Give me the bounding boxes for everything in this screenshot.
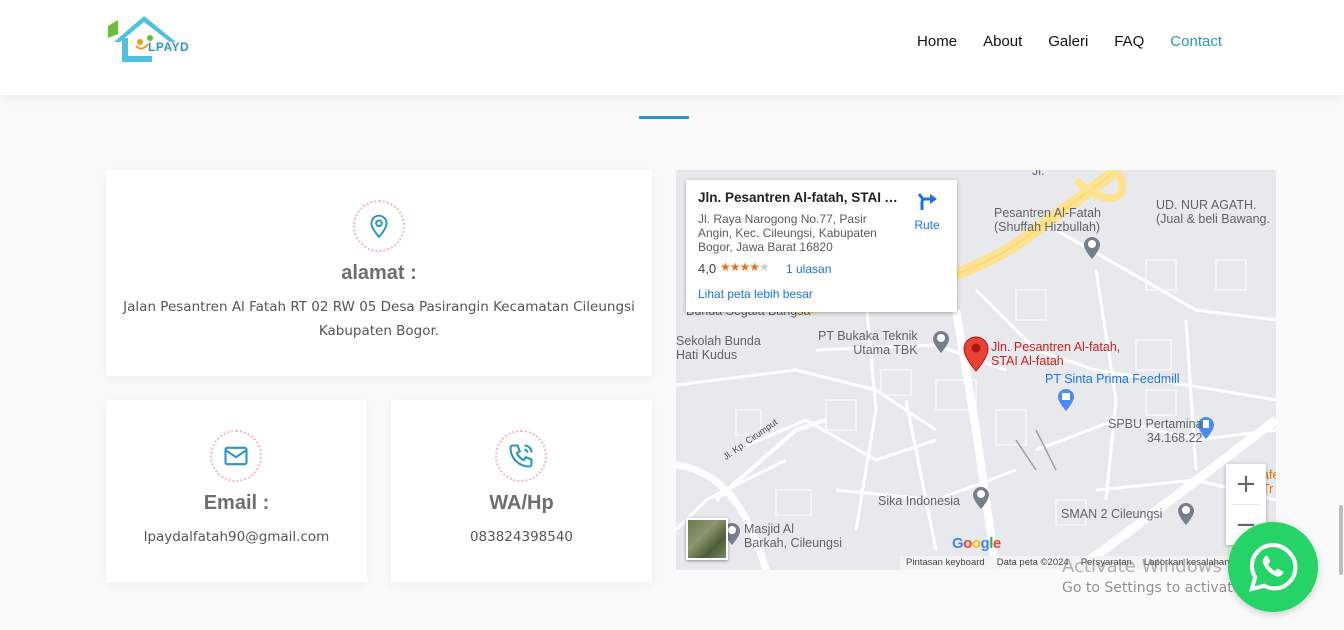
email-icon-circle	[210, 430, 262, 482]
map-data-credit: Data peta ©2024	[996, 557, 1069, 568]
map-place-address: Jl. Raya Narogong No.77, Pasir Angin, Ke…	[698, 212, 877, 254]
map-label-jl-top: Jl.	[1032, 170, 1045, 178]
map-label-spbu-line1: SPBU Pertamina	[1108, 417, 1203, 431]
shop-pin-icon[interactable]	[1056, 386, 1076, 412]
keyboard-shortcuts-link[interactable]: Pintasan keyboard	[906, 556, 985, 570]
site-header: LPAYD Home About Galeri FAQ Contact	[0, 0, 1344, 95]
phone-icon-circle	[495, 430, 547, 482]
whatsapp-button[interactable]	[1228, 522, 1318, 612]
nav-home[interactable]: Home	[917, 33, 957, 50]
map-place-title: Jln. Pesantren Al-fatah, STAI Al-fatah	[698, 190, 898, 205]
phone-text[interactable]: 083824398540	[391, 525, 652, 549]
location-red-pin-icon[interactable]	[962, 334, 990, 372]
nav-contact[interactable]: Contact	[1170, 33, 1222, 50]
zoom-in-button[interactable]: +	[1226, 464, 1266, 504]
main-nav: Home About Galeri FAQ Contact	[891, 33, 1222, 50]
map-label-target-line2: STAI Al-fatah	[991, 354, 1064, 368]
map-label-bukaka-line2: Utama TBK	[853, 343, 918, 357]
address-text: Jalan Pesantren Al Fatah RT 02 RW 05 Des…	[123, 299, 635, 339]
map-label-nur-agath: UD. NUR AGATH. (Jual & beli Bawang.	[1156, 198, 1270, 226]
map-label-masjid: Masjid Al Barkah, Cileungsi	[744, 522, 842, 550]
map-label-sinta: PT Sinta Prima Feedmill	[1045, 372, 1180, 386]
larger-map-link[interactable]: Lihat peta lebih besar	[698, 287, 813, 301]
mosque-pin-icon[interactable]	[1082, 234, 1102, 260]
map-label-pesantren: Pesantren Al-Fatah (Shuffah Hizbullah)	[994, 206, 1101, 234]
map-label-sman: SMAN 2 Cileungsi	[1061, 507, 1163, 521]
google-logo: Google	[952, 535, 1001, 552]
map-info-card: Jln. Pesantren Al-fatah, STAI Al-fatah J…	[686, 180, 957, 312]
nav-about[interactable]: About	[983, 33, 1022, 50]
map-label-masjid-line2: Barkah, Cileungsi	[744, 536, 842, 550]
map-label-sika: Sika Indonesia	[878, 494, 961, 508]
map-label-target: Jln. Pesantren Al-fatah, STAI Al-fatah	[991, 340, 1120, 368]
map-label-pesantren-line2: (Shuffah Hizbullah)	[994, 220, 1101, 234]
envelope-icon	[224, 446, 248, 466]
map-label-sekolah-line2: Hati Kudus	[676, 348, 738, 362]
map-rating-value: 4,0	[698, 261, 717, 276]
email-title: Email :	[203, 492, 270, 514]
map-label-nur-agath-line2: (Jual & beli Bawang.	[1156, 212, 1270, 226]
route-label: Rute	[914, 218, 940, 232]
logo-text: LPAYD	[148, 40, 190, 54]
company-pin-icon[interactable]	[971, 484, 991, 510]
address-card: alamat : Jalan Pesantren Al Fatah RT 02 …	[106, 170, 652, 376]
map-label-pesantren-line1: Pesantren Al-Fatah	[994, 206, 1102, 220]
map-label-sekolah: Sekolah Bunda Hati Kudus	[676, 334, 761, 362]
email-text[interactable]: lpaydalfatah90@gmail.com	[106, 525, 367, 549]
map-label-spbu: SPBU Pertamina 34.168.22	[1108, 417, 1202, 445]
location-pin-icon	[370, 214, 388, 239]
route-button[interactable]: Rute	[910, 192, 944, 232]
lpayd-logo[interactable]: LPAYD	[106, 12, 206, 66]
satellite-toggle[interactable]	[686, 518, 728, 560]
nav-galeri[interactable]: Galeri	[1048, 33, 1088, 50]
map-label-nur-agath-line1: UD. NUR AGATH.	[1156, 198, 1257, 212]
section-divider	[639, 116, 689, 119]
page-scrollbar[interactable]	[1339, 505, 1343, 575]
map-reviews-link[interactable]: 1 ulasan	[786, 262, 831, 276]
phone-icon	[509, 444, 533, 468]
address-icon-circle	[353, 200, 405, 252]
factory-pin-icon[interactable]	[931, 328, 951, 354]
map-label-spbu-line2: 34.168.22	[1146, 431, 1203, 445]
map-label-sekolah-line1: Sekolah Bunda	[676, 334, 761, 348]
activate-windows-title: Activate Windows	[1062, 556, 1222, 577]
nav-faq[interactable]: FAQ	[1114, 33, 1144, 50]
address-title: alamat :	[341, 262, 417, 284]
email-card: Email : lpaydalfatah90@gmail.com	[106, 400, 367, 582]
directions-icon	[917, 193, 937, 210]
map-label-bukaka: PT Bukaka Teknik Utama TBK	[818, 329, 918, 357]
phone-card: WA/Hp 083824398540	[391, 400, 652, 582]
map-label-bukaka-line1: PT Bukaka Teknik	[818, 329, 918, 343]
whatsapp-icon	[1249, 543, 1298, 592]
map-rating-stars: ★★★★★	[720, 260, 770, 274]
map-label-target-line1: Jln. Pesantren Al-fatah,	[991, 340, 1121, 354]
map-label-masjid-line1: Masjid Al	[744, 522, 795, 536]
school-pin-icon[interactable]	[1176, 500, 1196, 526]
phone-title: WA/Hp	[489, 492, 554, 514]
